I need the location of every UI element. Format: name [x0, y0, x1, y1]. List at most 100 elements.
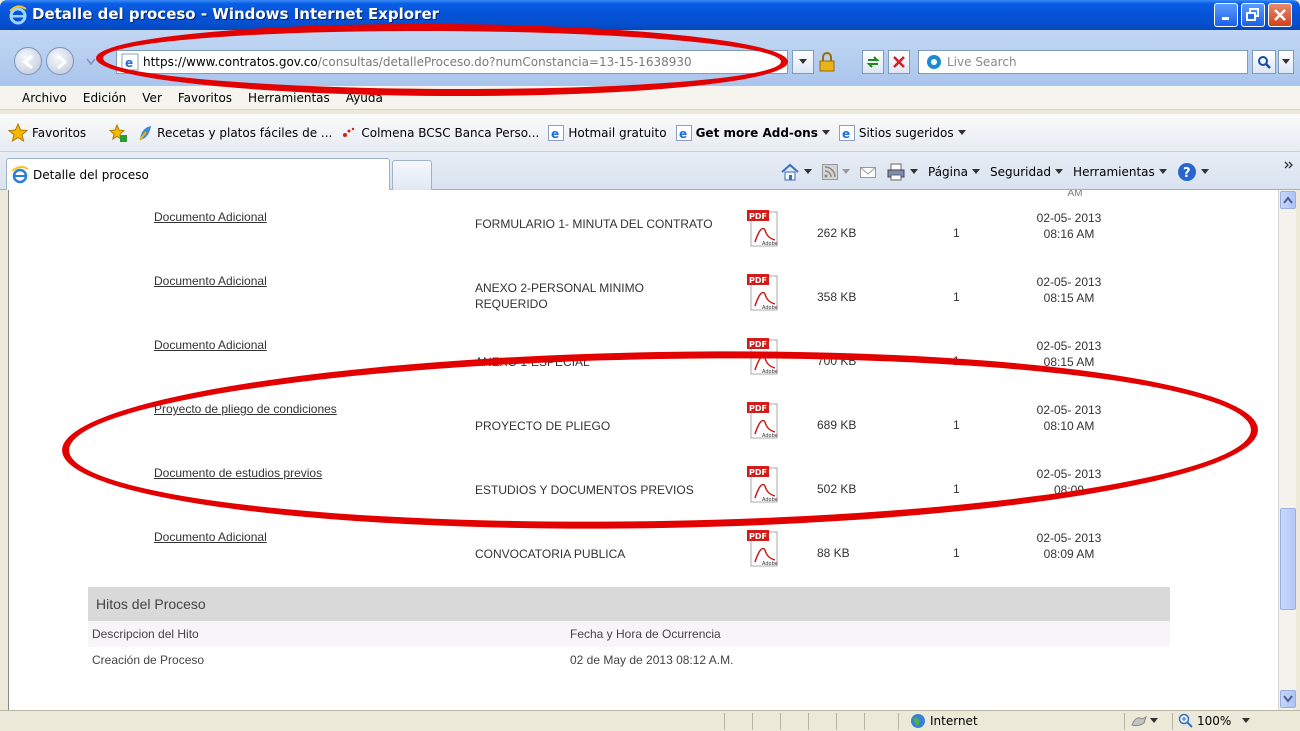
- help-icon: ?: [1177, 163, 1196, 181]
- hito-row: Creación de Proceso 02 de May de 2013 08…: [88, 647, 1170, 673]
- fav-link-sitios[interactable]: e Sitios sugeridos: [838, 124, 966, 141]
- hito-date-header: Fecha y Hora de Ocurrencia: [570, 627, 721, 641]
- fav-link-addons[interactable]: e Get more Add-ons: [675, 124, 830, 141]
- favorites-label: Favoritos: [32, 125, 87, 140]
- page-menu-button[interactable]: Página: [928, 165, 980, 179]
- chevron-down-icon: [910, 169, 918, 174]
- document-type-link[interactable]: Documento Adicional: [154, 274, 267, 288]
- padlock-icon: [819, 52, 835, 72]
- favorites-button[interactable]: Favoritos: [8, 122, 87, 143]
- chevron-down-icon: [957, 129, 966, 135]
- document-name: FORMULARIO 1- MINUTA DEL CONTRATO: [475, 217, 713, 231]
- back-arrow-icon: [22, 54, 33, 70]
- chevron-down-icon: [1200, 169, 1209, 174]
- chevron-up-icon: [1283, 196, 1293, 204]
- zone-settings-icon: [1131, 716, 1147, 727]
- live-search-logo-icon: [927, 55, 941, 69]
- feeds-button[interactable]: [822, 164, 850, 180]
- search-box[interactable]: Live Search: [918, 50, 1248, 74]
- chevron-down-icon: [1242, 718, 1251, 723]
- title-bar: Detalle del proceso - Windows Internet E…: [0, 0, 1300, 30]
- hito-date: 02 de May de 2013 08:12 A.M.: [570, 653, 734, 667]
- fav-link-recetas[interactable]: Recetas y platos fáciles de ...: [137, 124, 332, 142]
- security-lock-button[interactable]: [816, 51, 838, 73]
- refresh-button[interactable]: [862, 50, 884, 74]
- magnifier-icon: [1178, 713, 1193, 728]
- read-mail-button[interactable]: [860, 165, 876, 179]
- scroll-up-button[interactable]: [1280, 191, 1296, 209]
- new-tab-button[interactable]: [392, 160, 432, 190]
- back-button[interactable]: [14, 47, 42, 75]
- menu-favoritos[interactable]: Favoritos: [178, 91, 232, 105]
- security-menu-button[interactable]: Seguridad: [990, 165, 1064, 179]
- document-date: 02-05- 2013 08:15 AM: [1036, 275, 1102, 305]
- chevron-down-icon: [971, 169, 980, 174]
- search-button[interactable]: [1252, 50, 1276, 74]
- ie-page-icon: e: [548, 124, 565, 141]
- refresh-icon: [866, 56, 880, 68]
- close-window-button[interactable]: [1268, 3, 1292, 27]
- document-version: 1: [953, 290, 960, 304]
- scroll-thumb[interactable]: [1280, 508, 1296, 610]
- hito-description-header: Descripcion del Hito: [92, 627, 199, 641]
- document-type-link[interactable]: Documento Adicional: [154, 530, 267, 544]
- add-favorites-button[interactable]: [108, 123, 128, 143]
- document-type-link[interactable]: Documento Adicional: [154, 338, 267, 352]
- restore-button[interactable]: [1241, 3, 1265, 27]
- forward-button[interactable]: [46, 47, 74, 75]
- chevron-down-icon: [1283, 695, 1293, 703]
- svg-text:PDF: PDF: [749, 340, 767, 349]
- security-zone[interactable]: Internet: [910, 713, 978, 729]
- tools-menu-button[interactable]: Herramientas: [1073, 165, 1167, 179]
- pdf-file-icon[interactable]: PDF Adobe: [747, 272, 781, 314]
- globe-icon: [911, 714, 925, 728]
- scroll-down-button[interactable]: [1280, 690, 1296, 708]
- document-name: CONVOCATORIA PUBLICA: [475, 547, 626, 561]
- svg-text:PDF: PDF: [749, 212, 767, 221]
- menu-archivo[interactable]: Archivo: [22, 91, 67, 105]
- print-button[interactable]: [886, 163, 918, 181]
- menu-ver[interactable]: Ver: [142, 91, 162, 105]
- svg-text:PDF: PDF: [749, 276, 767, 285]
- ie-logo-icon: [9, 5, 27, 25]
- command-bar: Página Seguridad Herramientas ?: [780, 158, 1209, 186]
- history-dropdown-icon[interactable]: [86, 58, 96, 66]
- svg-text:e: e: [679, 127, 687, 141]
- rss-feed-icon: [822, 164, 838, 180]
- browser-window: Detalle del proceso - Windows Internet E…: [0, 0, 1300, 731]
- forward-arrow-icon: [57, 54, 68, 70]
- minimize-button[interactable]: [1214, 3, 1238, 27]
- pdf-file-icon[interactable]: PDF Adobe: [747, 208, 781, 250]
- zoom-level: 100%: [1197, 714, 1232, 728]
- help-button[interactable]: ?: [1177, 162, 1209, 182]
- pdf-file-icon[interactable]: PDF Adobe: [747, 528, 781, 570]
- vertical-scrollbar[interactable]: [1278, 190, 1296, 710]
- document-version: 1: [953, 226, 960, 240]
- svg-text:Adobe: Adobe: [762, 241, 778, 247]
- zoom-button[interactable]: 100%: [1178, 713, 1251, 729]
- home-button[interactable]: [780, 163, 812, 181]
- stop-button[interactable]: [888, 50, 910, 74]
- document-version: 1: [953, 546, 960, 560]
- status-bar: Internet 100%: [0, 710, 1300, 731]
- chevron-down-icon: [799, 59, 807, 64]
- fav-link-hotmail[interactable]: e Hotmail gratuito: [548, 124, 667, 141]
- search-options-button[interactable]: [1278, 50, 1294, 74]
- security-zone-label: Internet: [930, 714, 978, 728]
- tab-detalle-del-proceso[interactable]: Detalle del proceso: [6, 158, 390, 190]
- mail-icon: [860, 167, 876, 178]
- fav-link-colmena[interactable]: Colmena BCSC Banca Perso...: [341, 125, 539, 141]
- tab-row: Detalle del proceso Página Seguridad Her…: [0, 152, 1300, 190]
- chevron-down-icon: [1055, 169, 1064, 174]
- document-date: 02-05- 2013 08:16 AM: [1036, 211, 1102, 241]
- ie-page-icon: e: [675, 124, 692, 141]
- document-size: 262 KB: [817, 226, 857, 240]
- address-dropdown-button[interactable]: [792, 50, 814, 74]
- menu-edicion[interactable]: Edición: [83, 91, 126, 105]
- window-title: Detalle del proceso - Windows Internet E…: [32, 5, 440, 23]
- protected-mode-button[interactable]: [1130, 713, 1158, 729]
- chevron-more-icon[interactable]: [1284, 160, 1294, 170]
- document-type-link[interactable]: Documento Adicional: [154, 210, 267, 224]
- fav-link-label: Get more Add-ons: [695, 125, 818, 140]
- fav-link-label: Sitios sugeridos: [858, 125, 954, 140]
